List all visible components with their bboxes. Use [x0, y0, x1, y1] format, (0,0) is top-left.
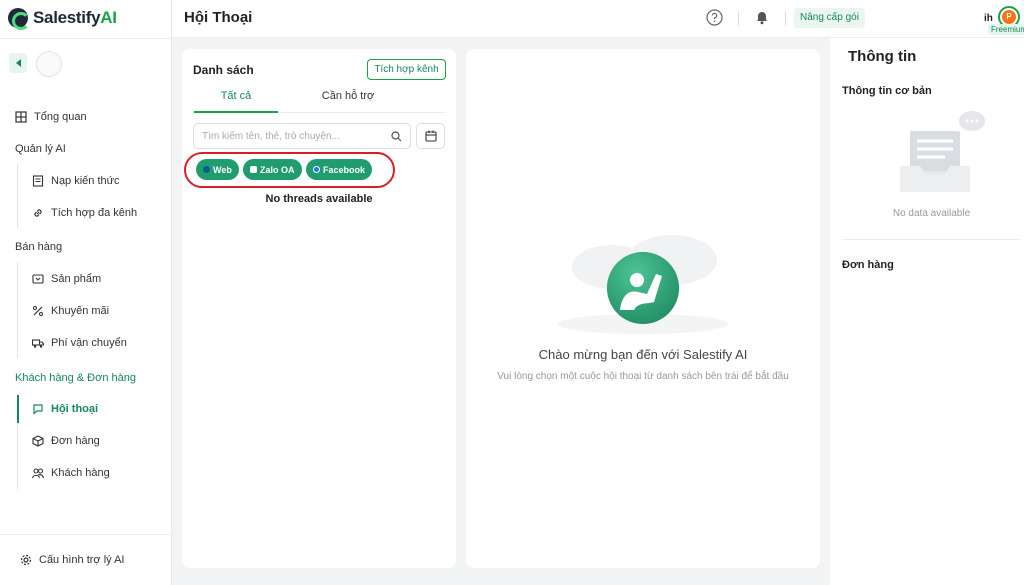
active-indicator	[17, 395, 19, 423]
cube-icon	[32, 435, 44, 447]
page-title: Hội Thoại	[184, 9, 253, 26]
sidebar-item-shipping[interactable]: Phí vận chuyển	[32, 337, 127, 349]
sidebar-item-label: Phí vận chuyển	[51, 337, 127, 349]
sidebar-item-label: Sản phẩm	[51, 273, 102, 285]
section-customers-orders: Khách hàng & Đơn hàng	[15, 372, 136, 384]
sidebar-item-label: Hội thoại	[51, 403, 99, 415]
info-panel: Thông tin Thông tin cơ bản No data avail…	[830, 38, 1024, 585]
sidebar-item-label: Khách hàng	[51, 467, 110, 479]
sidebar-item-label: Nạp kiến thức	[51, 175, 120, 187]
empty-threads-message: No threads available	[265, 193, 373, 205]
sidebar-item-channels[interactable]: Tích hợp đa kênh	[32, 207, 137, 219]
sidebar-item-label: Tổng quan	[34, 111, 87, 123]
users-icon	[32, 468, 44, 479]
sidebar-item-overview[interactable]: Tổng quan	[15, 111, 87, 123]
channel-filter-zalo[interactable]: Zalo OA	[243, 159, 302, 180]
app-logo[interactable]: SalestifyAI	[8, 6, 117, 30]
top-header: Hội Thoại Nâng cấp gói ih P Freemium	[172, 0, 1024, 38]
sidebar-item-orders[interactable]: Đơn hàng	[32, 435, 100, 447]
search-box	[193, 123, 411, 149]
section-sales-guide-line	[17, 262, 18, 358]
box-icon	[32, 274, 44, 284]
chip-label: Facebook	[323, 164, 366, 175]
bell-icon[interactable]	[755, 10, 769, 25]
caret-left-icon	[15, 59, 21, 67]
sidebar-item-customers[interactable]: Khách hàng	[32, 467, 110, 479]
header-divider	[785, 12, 786, 25]
sidebar-item-promotions[interactable]: Khuyến mãi	[32, 305, 109, 317]
truck-icon	[32, 339, 44, 348]
channel-filter-facebook[interactable]: Facebook	[306, 159, 373, 180]
grid-icon	[15, 111, 27, 123]
tab-all[interactable]: Tất cả	[194, 90, 278, 102]
app-name: SalestifyAI	[33, 8, 117, 27]
percent-icon	[33, 306, 43, 316]
avatar-letter: P	[1002, 10, 1016, 24]
chat-bubble-icon	[33, 404, 43, 415]
chip-label: Web	[213, 164, 232, 175]
section-ai-management: Quản lý AI	[15, 143, 66, 155]
collapse-sidebar-button[interactable]	[9, 53, 27, 73]
orders-heading: Đơn hàng	[842, 259, 894, 271]
channel-filter-web[interactable]: Web	[196, 159, 239, 180]
integrate-channel-button[interactable]: Tích hợp kênh	[367, 59, 446, 80]
facebook-icon	[313, 166, 320, 173]
sidebar-divider	[0, 38, 172, 39]
search-icon[interactable]	[391, 131, 402, 142]
sidebar-item-label: Đơn hàng	[51, 435, 100, 447]
gear-icon	[20, 554, 32, 566]
info-title: Thông tin	[848, 48, 917, 65]
list-title: Danh sách	[193, 63, 254, 77]
section-ai-guide-line	[17, 164, 18, 228]
section-sales: Bán hàng	[15, 241, 63, 253]
upgrade-plan-button[interactable]: Nâng cấp gói	[794, 8, 865, 28]
plan-badge: Freemium	[988, 24, 1024, 35]
sidebar: SalestifyAI Tổng quan Quản lý AI Nạp kiế…	[0, 0, 172, 585]
assistant-config-button[interactable]: Cấu hình trợ lý AI	[20, 554, 124, 566]
welcome-illustration	[558, 235, 728, 334]
calendar-icon	[424, 130, 437, 142]
search-input[interactable]	[202, 128, 384, 145]
date-filter-button[interactable]	[416, 123, 445, 149]
assistant-config-label: Cấu hình trợ lý AI	[39, 554, 125, 566]
document-icon	[32, 175, 44, 187]
sidebar-item-conversations[interactable]: Hội thoại	[32, 403, 98, 415]
basic-info-heading: Thông tin cơ bản	[842, 85, 932, 97]
welcome-title: Chào mừng bạn đến với Salestify AI	[538, 347, 748, 362]
sidebar-item-products[interactable]: Sản phẩm	[32, 273, 101, 285]
user-name[interactable]: ih	[984, 13, 993, 24]
info-divider	[842, 239, 1020, 240]
header-divider	[738, 12, 739, 25]
sidebar-item-knowledge[interactable]: Nạp kiến thức	[32, 175, 120, 187]
chip-label: Zalo OA	[260, 164, 295, 175]
active-tab-underline	[194, 111, 278, 113]
sidebar-divider	[0, 534, 172, 535]
no-data-message: No data available	[892, 208, 971, 219]
sidebar-item-label: Tích hợp đa kênh	[51, 207, 138, 219]
conversation-list-panel: Danh sách Tích hợp kênh Tất cả Cần hỗ tr…	[182, 49, 456, 568]
welcome-subtitle: Vui lòng chọn một cuộc hội thoại từ danh…	[497, 371, 789, 382]
tab-needs-support[interactable]: Cần hỗ trợ	[306, 90, 390, 102]
chat-panel: Chào mừng bạn đến với Salestify AI Vui l…	[466, 49, 820, 568]
help-icon[interactable]	[706, 9, 723, 26]
sidebar-item-label: Khuyến mãi	[51, 305, 110, 317]
salestify-logo-icon	[8, 8, 30, 30]
empty-inbox-icon	[900, 111, 985, 192]
workspace-avatar[interactable]	[36, 51, 62, 77]
zalo-icon	[250, 166, 257, 173]
link-icon	[34, 209, 42, 217]
globe-icon	[203, 166, 210, 173]
